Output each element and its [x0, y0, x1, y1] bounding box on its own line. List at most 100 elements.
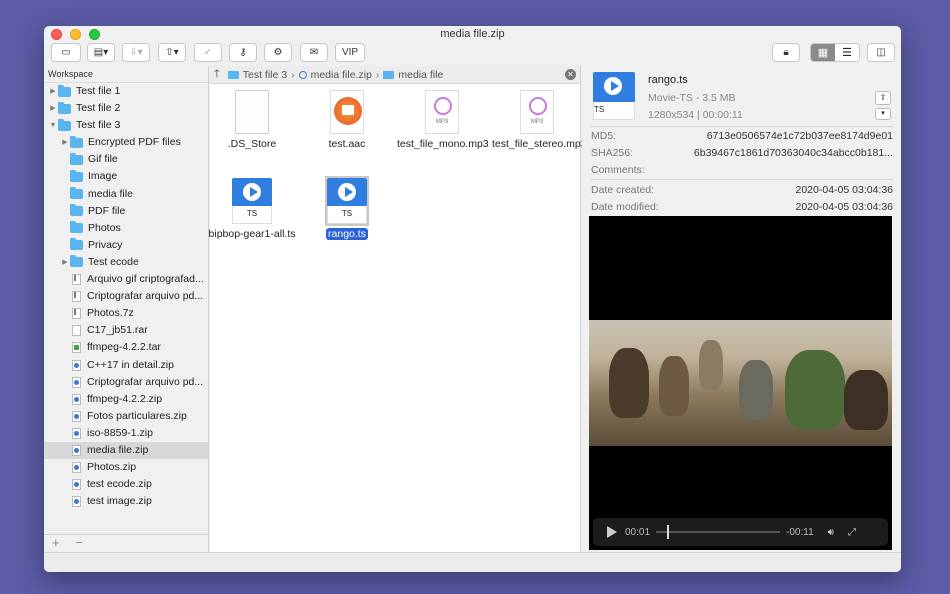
new-archive-button[interactable]: ▤▾: [87, 43, 115, 62]
sidebar-item[interactable]: test ecode.zip: [44, 476, 208, 493]
sidebar-item[interactable]: ▼ Test file 3: [44, 117, 208, 134]
zip-file-icon: [72, 359, 81, 371]
remove-button[interactable]: −: [75, 535, 83, 550]
file-item[interactable]: TS bipbop-gear1-all.ts: [207, 178, 297, 241]
sidebar-item[interactable]: Criptografar arquivo pd...: [44, 288, 208, 305]
sidebar-item[interactable]: iso-8859-1.zip: [44, 425, 208, 442]
verify-button[interactable]: ✓: [194, 43, 222, 62]
sidebar-item[interactable]: ▶ Test file 2: [44, 100, 208, 117]
sidebar-item-label: test ecode.zip: [87, 478, 152, 491]
vip-button[interactable]: VIP: [335, 43, 365, 62]
sidebar-item-label: Criptografar arquivo pd...: [87, 375, 204, 388]
file-item[interactable]: .DS_Store: [207, 90, 297, 151]
sidebar-item[interactable]: Fotos particulares.zip: [44, 408, 208, 425]
sidebar-item-label: Arquivo gif criptografad...: [87, 273, 204, 286]
chevron-down-icon[interactable]: ▾: [875, 108, 891, 120]
file-browser: 🡑 Test file 3 › media file.zip › media f…: [207, 65, 587, 552]
settings-button[interactable]: ⚙: [264, 43, 292, 62]
seek-knob[interactable]: [667, 525, 670, 539]
file-item[interactable]: MP3 test_file_stereo.mp3: [492, 90, 587, 151]
disclosure-triangle-icon[interactable]: ▶: [48, 100, 58, 117]
play-icon[interactable]: [607, 526, 617, 538]
sidebar-item[interactable]: Photos: [44, 220, 208, 237]
sidebar-item[interactable]: Arquivo gif criptografad...: [44, 271, 208, 288]
up-arrow-icon[interactable]: 🡑: [214, 65, 220, 84]
disclosure-triangle-icon[interactable]: ▼: [48, 117, 58, 134]
sidebar-item[interactable]: ffmpeg-4.2.2.zip: [44, 391, 208, 408]
seek-bar[interactable]: [656, 525, 781, 539]
disclosure-triangle-icon[interactable]: ▶: [48, 83, 58, 100]
list-view-icon[interactable]: ☰: [835, 44, 859, 61]
info-file-name: rango.ts: [648, 74, 688, 86]
close-archive-icon[interactable]: ✕: [565, 69, 576, 80]
file-icon: [72, 274, 81, 286]
breadcrumb-item[interactable]: Test file 3: [243, 69, 287, 81]
gear-icon: ⚙: [273, 47, 283, 58]
breadcrumb-item[interactable]: media file: [398, 69, 443, 81]
grid-view-icon[interactable]: ▦: [811, 44, 835, 61]
info-file-dimensions: 1280x534 | 00:00:11: [648, 109, 743, 121]
mail-button[interactable]: ✉: [300, 43, 328, 62]
sidebar-item[interactable]: ▶ Encrypted PDF files: [44, 134, 208, 151]
extract-button[interactable]: ⇩▾: [122, 43, 150, 62]
minimize-window-button[interactable]: [70, 29, 81, 40]
sidebar-item[interactable]: ffmpeg-4.2.2.tar: [44, 339, 208, 356]
breadcrumb-item[interactable]: media file.zip: [311, 69, 372, 81]
sidebar-item-label: test image.zip: [87, 495, 152, 508]
folder-icon: [70, 255, 83, 268]
folder-icon: [70, 187, 83, 200]
sidebar-item[interactable]: PDF file: [44, 203, 208, 220]
sidebar-item-label: Photos.7z: [87, 307, 134, 320]
folder-icon: [58, 101, 71, 114]
sidebar-toggle-button[interactable]: ▭: [51, 43, 81, 62]
app-window: media file.zip ▭ ▤▾ ⇩▾ ⇧▾ ✓ ⚷ ⚙ ✉ VIP 🔒︎…: [44, 26, 901, 572]
add-button[interactable]: +: [52, 535, 60, 550]
file-name: bipbop-gear1-all.ts: [208, 228, 296, 240]
sidebar-item[interactable]: ▶ Test file 1: [44, 83, 208, 100]
lock-button[interactable]: 🔒︎: [772, 43, 800, 62]
disclosure-triangle-icon[interactable]: ▶: [60, 254, 70, 271]
share-menu-button[interactable]: ⇧▾: [158, 43, 186, 62]
zip-icon: [298, 70, 307, 79]
window-title: media file.zip: [440, 28, 505, 40]
file-item[interactable]: MP3 test_file_mono.mp3: [397, 90, 489, 151]
sidebar-item[interactable]: media file.zip: [44, 441, 208, 460]
sidebar-item[interactable]: Photos.7z: [44, 305, 208, 322]
sidebar-item-label: Test file 1: [76, 85, 121, 97]
disclosure-triangle-icon[interactable]: ▶: [60, 134, 70, 151]
file-name: rango.ts: [326, 228, 368, 240]
file-item[interactable]: test.aac: [302, 90, 392, 151]
sidebar-item-label: ffmpeg-4.2.2.tar: [87, 341, 161, 354]
zoom-window-button[interactable]: [89, 29, 100, 40]
sidebar-item[interactable]: C17_jb51.rar: [44, 322, 208, 339]
titlebar: media file.zip: [44, 26, 901, 42]
volume-icon[interactable]: 🔊︎: [828, 527, 834, 538]
sidebar-item[interactable]: Criptografar arquivo pd...: [44, 374, 208, 391]
date-created-value: 2020-04-05 03:04:36: [795, 184, 894, 196]
sidebar-item[interactable]: test image.zip: [44, 493, 208, 510]
md5-row: MD5: 6713e0506574e1c72b037ee8174d9e01: [591, 130, 893, 142]
sidebar-item[interactable]: C++17 in detail.zip: [44, 357, 208, 374]
share-icon[interactable]: ⇧: [875, 91, 891, 105]
sidebar-item[interactable]: Gif file: [44, 151, 208, 168]
sidebar-item[interactable]: Photos.zip: [44, 459, 208, 476]
sidebar-item-label: Fotos particulares.zip: [87, 409, 187, 422]
info-panel-toggle-button[interactable]: ◫: [867, 43, 895, 62]
sidebar-item[interactable]: ▶ Test ecode: [44, 254, 208, 271]
folder-icon: [70, 204, 83, 217]
video-file-icon: TS: [232, 178, 272, 224]
close-window-button[interactable]: [51, 29, 62, 40]
sidebar-item[interactable]: media file: [44, 186, 208, 203]
password-button[interactable]: ⚷: [229, 43, 257, 62]
file-item-selected[interactable]: TS rango.ts: [302, 176, 392, 241]
sidebar-item-label: Privacy: [88, 238, 123, 251]
video-player[interactable]: 00:01 -00:11 🔊︎ ⤢: [589, 216, 892, 550]
fullscreen-icon[interactable]: ⤢: [848, 527, 856, 538]
folder-icon: [383, 70, 395, 79]
sidebar-footer: + −: [44, 534, 208, 552]
sidebar-item[interactable]: Privacy: [44, 237, 208, 254]
folder-icon: [227, 70, 239, 79]
sidebar-item[interactable]: Image: [44, 168, 208, 185]
sidebar-item-label: ffmpeg-4.2.2.zip: [87, 392, 163, 405]
folder-icon: [58, 118, 71, 131]
